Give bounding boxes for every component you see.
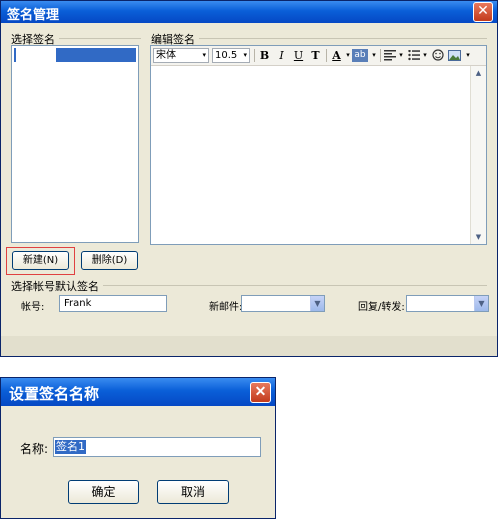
new-mail-signature-select[interactable]: ▼ — [241, 295, 325, 312]
image-icon[interactable] — [447, 48, 462, 63]
vertical-scrollbar[interactable]: ▲ ▼ — [470, 66, 486, 244]
chevron-down-icon[interactable]: ▾ — [396, 48, 406, 63]
list-icon[interactable] — [406, 48, 421, 63]
ok-button[interactable]: 确定 — [68, 480, 139, 504]
chevron-down-icon[interactable]: ▾ — [369, 48, 379, 63]
close-icon[interactable]: ✕ — [473, 2, 493, 22]
title-bar[interactable]: 设置签名名称 ✕ — [1, 378, 275, 406]
list-item-text — [16, 48, 56, 62]
strikethrough-button[interactable]: T — [308, 48, 323, 63]
reply-signature-select[interactable]: ▼ — [406, 295, 489, 312]
font-name-select[interactable]: 宋体 ▾ — [153, 48, 209, 63]
signature-manager-window: 签名管理 ✕ 选择签名 编辑签名 宋体 ▾ 10.5 ▾ B I U T A ▾… — [0, 0, 498, 357]
window-title: 签名管理 — [7, 8, 60, 23]
align-icon[interactable] — [382, 48, 397, 63]
reply-forward-label: 回复/转发: — [358, 302, 405, 313]
signature-name-input[interactable]: 签名1 — [53, 437, 261, 457]
divider — [193, 38, 487, 39]
new-mail-label: 新邮件: — [209, 302, 243, 313]
chevron-down-icon[interactable]: ▼ — [474, 296, 488, 311]
chevron-down-icon[interactable]: ▾ — [463, 48, 473, 63]
chevron-down-icon[interactable]: ▼ — [310, 296, 324, 311]
font-size-select[interactable]: 10.5 ▾ — [212, 48, 250, 63]
dialog-title: 设置签名名称 — [9, 385, 100, 403]
account-field[interactable]: Frank — [59, 295, 167, 312]
divider — [53, 38, 141, 39]
selected-text: 签名1 — [55, 440, 86, 454]
divider — [103, 285, 487, 286]
signature-text-area[interactable] — [151, 66, 470, 244]
divider — [326, 49, 327, 62]
account-default-signature-label: 选择帐号默认签名 — [11, 278, 103, 294]
scroll-up-icon[interactable]: ▲ — [471, 66, 486, 80]
emoji-icon[interactable] — [430, 48, 445, 63]
signature-editor: 宋体 ▾ 10.5 ▾ B I U T A ▾ ab ▾ ▾ ▾ ▾ ▲ ▼ — [150, 45, 487, 245]
signature-list[interactable] — [11, 45, 139, 243]
highlight-icon[interactable]: ab — [352, 49, 368, 62]
divider — [254, 49, 255, 62]
bold-button[interactable]: B — [257, 48, 272, 63]
name-label: 名称: — [20, 442, 49, 456]
window-footer — [1, 336, 497, 356]
delete-signature-button[interactable]: 删除(D) — [81, 251, 138, 270]
format-toolbar: 宋体 ▾ 10.5 ▾ B I U T A ▾ ab ▾ ▾ ▾ ▾ — [151, 46, 486, 66]
scroll-down-icon[interactable]: ▼ — [471, 230, 486, 244]
chevron-down-icon: ▾ — [202, 51, 206, 59]
set-signature-name-dialog: 设置签名名称 ✕ 名称: 签名1 确定 取消 — [0, 377, 276, 519]
account-label: 帐号: — [21, 302, 45, 313]
title-bar[interactable]: 签名管理 ✕ — [1, 1, 497, 23]
cancel-button[interactable]: 取消 — [157, 480, 229, 504]
font-color-icon[interactable]: A — [329, 48, 344, 63]
italic-button[interactable]: I — [274, 48, 289, 63]
chevron-down-icon[interactable]: ▾ — [420, 48, 430, 63]
chevron-down-icon: ▾ — [243, 51, 247, 59]
underline-button[interactable]: U — [291, 48, 306, 63]
new-signature-button[interactable]: 新建(N) — [12, 251, 69, 270]
close-icon[interactable]: ✕ — [250, 382, 271, 403]
list-item[interactable] — [14, 48, 136, 62]
divider — [380, 49, 381, 62]
